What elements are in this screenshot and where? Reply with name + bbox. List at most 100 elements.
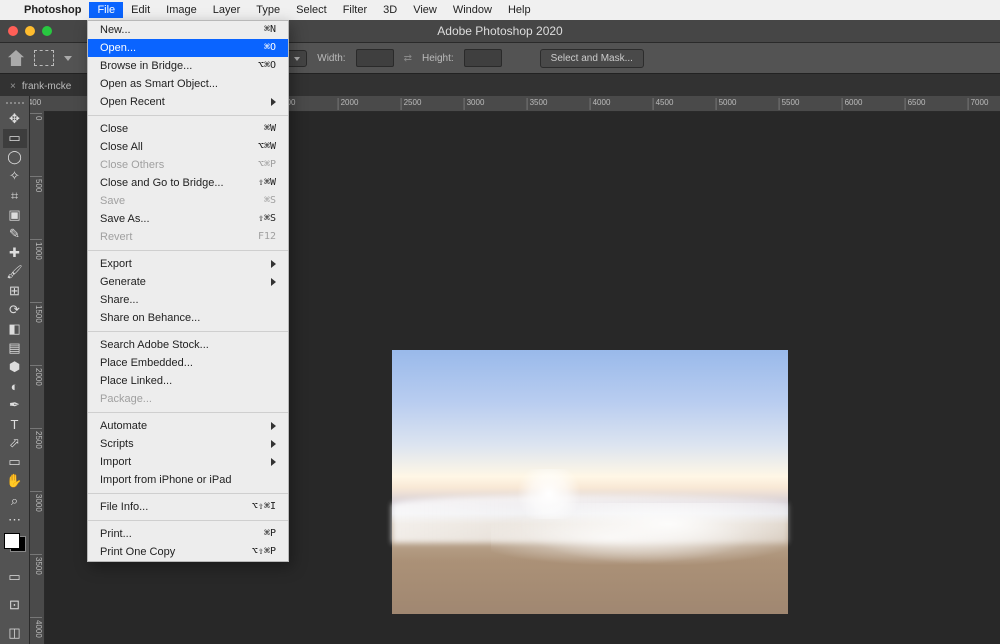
hand-tool[interactable]: ✋ [3,472,27,491]
menu-item-generate[interactable]: Generate [88,273,288,291]
dodge-tool[interactable]: ◐ [3,377,27,396]
submenu-arrow-icon [271,422,276,430]
screen-mode-icon-1[interactable]: ⊡ [3,594,27,616]
menu-item-close[interactable]: Close⌘W [88,120,288,138]
canvas-image [491,503,788,573]
menu-item-scripts[interactable]: Scripts [88,435,288,453]
heal-tool[interactable]: ✚ [3,243,27,262]
zoom-tool[interactable]: ⌕ [3,491,27,510]
screen-mode-icon-2[interactable]: ◫ [3,622,27,644]
menubar-item-3d[interactable]: 3D [375,2,405,18]
submenu-arrow-icon [271,98,276,106]
marquee-tool[interactable]: ▭ [3,129,27,148]
menubar-app[interactable]: Photoshop [16,2,89,18]
menu-item-close-all[interactable]: Close All⌥⌘W [88,138,288,156]
menu-item-save: Save⌘S [88,192,288,210]
home-icon[interactable] [8,50,24,66]
menu-item-print-one-copy[interactable]: Print One Copy⌥⇧⌘P [88,543,288,561]
ruler-tick: 3500 [527,98,548,110]
menubar-item-filter[interactable]: Filter [335,2,375,18]
menu-item-save-as[interactable]: Save As...⇧⌘S [88,210,288,228]
menu-item-package: Package... [88,390,288,408]
ellipsis-tool[interactable]: ⋯ [3,510,27,529]
canvas-image[interactable] [392,350,788,614]
menu-item-new[interactable]: New...⌘N [88,21,288,39]
menu-item-browse-in-bridge[interactable]: Browse in Bridge...⌥⌘O [88,57,288,75]
menu-item-open-as-smart-object[interactable]: Open as Smart Object... [88,75,288,93]
color-swatches[interactable] [4,533,26,552]
move-tool[interactable]: ✥ [3,110,27,129]
menu-item-open[interactable]: Open...⌘O [88,39,288,57]
submenu-arrow-icon [271,260,276,268]
menu-shortcut: ⌥⇧⌘P [252,545,276,559]
menubar-item-view[interactable]: View [405,2,445,18]
menu-separator [88,412,288,413]
menu-item-label: Place Linked... [100,374,172,388]
menu-item-share-on-behance[interactable]: Share on Behance... [88,309,288,327]
menubar-item-file[interactable]: File [89,2,123,18]
menu-item-search-adobe-stock[interactable]: Search Adobe Stock... [88,336,288,354]
crop-tool[interactable]: ⌗ [3,186,27,205]
tool-preset-dropdown-icon[interactable] [64,56,72,61]
minimize-window-button[interactable] [25,26,35,36]
file-menu-dropdown: New...⌘NOpen...⌘OBrowse in Bridge...⌥⌘OO… [87,20,289,562]
menubar-item-edit[interactable]: Edit [123,2,158,18]
shape-tool[interactable]: ▭ [3,453,27,472]
menu-item-automate[interactable]: Automate [88,417,288,435]
menu-item-import-from-iphone-or-ipad[interactable]: Import from iPhone or iPad [88,471,288,489]
lasso-tool[interactable]: ◯ [3,148,27,167]
menu-shortcut: ⌘P [264,527,276,541]
path-tool[interactable]: ⬀ [3,434,27,453]
menu-item-import[interactable]: Import [88,453,288,471]
blur-tool[interactable]: ⬢ [3,358,27,377]
menubar-item-type[interactable]: Type [248,2,288,18]
menu-item-export[interactable]: Export [88,255,288,273]
eraser-tool[interactable]: ◧ [3,319,27,338]
menu-shortcut: ⌥⌘W [258,140,276,154]
screen-mode-icon-0[interactable]: ▭ [3,566,27,588]
history-tool[interactable]: ⟳ [3,300,27,319]
foreground-swatch[interactable] [4,533,20,549]
height-field[interactable] [464,49,502,67]
menubar-item-image[interactable]: Image [158,2,205,18]
menu-item-label: Search Adobe Stock... [100,338,209,352]
menubar-item-select[interactable]: Select [288,2,335,18]
width-field[interactable] [356,49,394,67]
menubar-item-layer[interactable]: Layer [205,2,249,18]
width-label: Width: [317,53,345,64]
menu-shortcut: ⌥⌘P [258,158,276,172]
menu-item-file-info[interactable]: File Info...⌥⇧⌘I [88,498,288,516]
menu-item-print[interactable]: Print...⌘P [88,525,288,543]
menu-item-place-linked[interactable]: Place Linked... [88,372,288,390]
document-tab[interactable]: × frank-mcke [0,81,81,92]
menu-item-label: New... [100,23,131,37]
menu-item-label: Package... [100,392,152,406]
vertical-ruler[interactable]: 05001000150020002500300035004000 [29,111,45,644]
gradient-tool[interactable]: ▤ [3,338,27,357]
magic-tool[interactable]: ✧ [3,167,27,186]
menu-item-place-embedded[interactable]: Place Embedded... [88,354,288,372]
brush-tool[interactable]: 🖌 [3,262,27,281]
frame-tool[interactable]: ▣ [3,205,27,224]
menu-item-open-recent[interactable]: Open Recent [88,93,288,111]
marquee-preset-icon[interactable] [34,50,54,66]
toolbox-grip-icon[interactable] [6,102,24,106]
ruler-tick: 5500 [779,98,800,110]
menu-item-share[interactable]: Share... [88,291,288,309]
menu-separator [88,331,288,332]
select-and-mask-button[interactable]: Select and Mask... [540,49,644,68]
zoom-window-button[interactable] [42,26,52,36]
type-tool[interactable]: T [3,415,27,434]
ruler-tick: 4000 [590,98,611,110]
tab-close-icon[interactable]: × [10,81,16,92]
menu-item-close-and-go-to-bridge[interactable]: Close and Go to Bridge...⇧⌘W [88,174,288,192]
ruler-tick: 6000 [842,98,863,110]
menubar-item-window[interactable]: Window [445,2,500,18]
swap-dimensions-icon[interactable]: ⇄ [404,53,412,64]
eyedrop-tool[interactable]: ✎ [3,224,27,243]
close-window-button[interactable] [8,26,18,36]
pen-tool[interactable]: ✒ [3,396,27,415]
ruler-tick: 0 [29,113,42,120]
menubar-item-help[interactable]: Help [500,2,539,18]
stamp-tool[interactable]: ⊞ [3,281,27,300]
